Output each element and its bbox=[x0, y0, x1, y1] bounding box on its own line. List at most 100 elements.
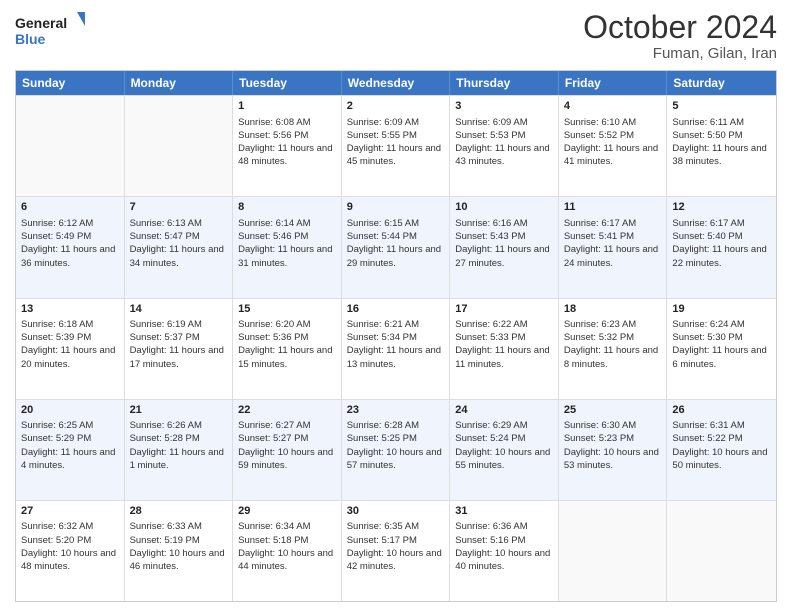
sunset-text: Sunset: 5:33 PM bbox=[455, 331, 553, 344]
daylight-text: Daylight: 11 hours and 11 minutes. bbox=[455, 344, 553, 371]
daylight-text: Daylight: 11 hours and 27 minutes. bbox=[455, 243, 553, 270]
calendar-body: 1Sunrise: 6:08 AMSunset: 5:56 PMDaylight… bbox=[16, 95, 776, 601]
cell-w2-d5: 10Sunrise: 6:16 AMSunset: 5:43 PMDayligh… bbox=[450, 197, 559, 297]
cell-w2-d7: 12Sunrise: 6:17 AMSunset: 5:40 PMDayligh… bbox=[667, 197, 776, 297]
day-number: 23 bbox=[347, 403, 445, 418]
sunrise-text: Sunrise: 6:08 AM bbox=[238, 116, 336, 129]
location: Fuman, Gilan, Iran bbox=[583, 45, 777, 62]
sunrise-text: Sunrise: 6:21 AM bbox=[347, 318, 445, 331]
sunset-text: Sunset: 5:20 PM bbox=[21, 534, 119, 547]
svg-text:General: General bbox=[15, 15, 67, 31]
cell-w3-d5: 17Sunrise: 6:22 AMSunset: 5:33 PMDayligh… bbox=[450, 299, 559, 399]
cell-w2-d2: 7Sunrise: 6:13 AMSunset: 5:47 PMDaylight… bbox=[125, 197, 234, 297]
sunset-text: Sunset: 5:18 PM bbox=[238, 534, 336, 547]
sunrise-text: Sunrise: 6:35 AM bbox=[347, 520, 445, 533]
cell-w5-d5: 31Sunrise: 6:36 AMSunset: 5:16 PMDayligh… bbox=[450, 501, 559, 601]
daylight-text: Daylight: 10 hours and 46 minutes. bbox=[130, 547, 228, 574]
sunset-text: Sunset: 5:46 PM bbox=[238, 230, 336, 243]
daylight-text: Daylight: 10 hours and 59 minutes. bbox=[238, 446, 336, 473]
daylight-text: Daylight: 10 hours and 48 minutes. bbox=[21, 547, 119, 574]
daylight-text: Daylight: 11 hours and 48 minutes. bbox=[238, 142, 336, 169]
cell-w5-d4: 30Sunrise: 6:35 AMSunset: 5:17 PMDayligh… bbox=[342, 501, 451, 601]
cell-w1-d1 bbox=[16, 96, 125, 196]
sunset-text: Sunset: 5:30 PM bbox=[672, 331, 771, 344]
cell-w4-d2: 21Sunrise: 6:26 AMSunset: 5:28 PMDayligh… bbox=[125, 400, 234, 500]
day-number: 29 bbox=[238, 504, 336, 519]
sunrise-text: Sunrise: 6:17 AM bbox=[564, 217, 662, 230]
day-number: 26 bbox=[672, 403, 771, 418]
daylight-text: Daylight: 10 hours and 55 minutes. bbox=[455, 446, 553, 473]
week-row-3: 13Sunrise: 6:18 AMSunset: 5:39 PMDayligh… bbox=[16, 298, 776, 399]
cell-w1-d3: 1Sunrise: 6:08 AMSunset: 5:56 PMDaylight… bbox=[233, 96, 342, 196]
daylight-text: Daylight: 11 hours and 17 minutes. bbox=[130, 344, 228, 371]
day-number: 28 bbox=[130, 504, 228, 519]
header-friday: Friday bbox=[559, 71, 668, 95]
daylight-text: Daylight: 11 hours and 8 minutes. bbox=[564, 344, 662, 371]
sunset-text: Sunset: 5:43 PM bbox=[455, 230, 553, 243]
cell-w2-d3: 8Sunrise: 6:14 AMSunset: 5:46 PMDaylight… bbox=[233, 197, 342, 297]
sunrise-text: Sunrise: 6:30 AM bbox=[564, 419, 662, 432]
daylight-text: Daylight: 11 hours and 15 minutes. bbox=[238, 344, 336, 371]
sunrise-text: Sunrise: 6:29 AM bbox=[455, 419, 553, 432]
daylight-text: Daylight: 11 hours and 34 minutes. bbox=[130, 243, 228, 270]
cell-w5-d7 bbox=[667, 501, 776, 601]
sunrise-text: Sunrise: 6:09 AM bbox=[347, 116, 445, 129]
cell-w3-d3: 15Sunrise: 6:20 AMSunset: 5:36 PMDayligh… bbox=[233, 299, 342, 399]
daylight-text: Daylight: 11 hours and 20 minutes. bbox=[21, 344, 119, 371]
month-title: October 2024 bbox=[583, 10, 777, 45]
cell-w1-d4: 2Sunrise: 6:09 AMSunset: 5:55 PMDaylight… bbox=[342, 96, 451, 196]
sunset-text: Sunset: 5:49 PM bbox=[21, 230, 119, 243]
sunset-text: Sunset: 5:50 PM bbox=[672, 129, 771, 142]
sunrise-text: Sunrise: 6:14 AM bbox=[238, 217, 336, 230]
svg-text:Blue: Blue bbox=[15, 31, 46, 47]
sunset-text: Sunset: 5:24 PM bbox=[455, 432, 553, 445]
sunrise-text: Sunrise: 6:22 AM bbox=[455, 318, 553, 331]
sunrise-text: Sunrise: 6:12 AM bbox=[21, 217, 119, 230]
cell-w1-d6: 4Sunrise: 6:10 AMSunset: 5:52 PMDaylight… bbox=[559, 96, 668, 196]
sunset-text: Sunset: 5:22 PM bbox=[672, 432, 771, 445]
sunrise-text: Sunrise: 6:25 AM bbox=[21, 419, 119, 432]
day-number: 19 bbox=[672, 302, 771, 317]
week-row-5: 27Sunrise: 6:32 AMSunset: 5:20 PMDayligh… bbox=[16, 500, 776, 601]
day-number: 4 bbox=[564, 99, 662, 114]
cell-w4-d3: 22Sunrise: 6:27 AMSunset: 5:27 PMDayligh… bbox=[233, 400, 342, 500]
cell-w2-d4: 9Sunrise: 6:15 AMSunset: 5:44 PMDaylight… bbox=[342, 197, 451, 297]
page: General Blue October 2024 Fuman, Gilan, … bbox=[0, 0, 792, 612]
day-number: 2 bbox=[347, 99, 445, 114]
cell-w3-d4: 16Sunrise: 6:21 AMSunset: 5:34 PMDayligh… bbox=[342, 299, 451, 399]
sunset-text: Sunset: 5:56 PM bbox=[238, 129, 336, 142]
sunset-text: Sunset: 5:36 PM bbox=[238, 331, 336, 344]
sunrise-text: Sunrise: 6:15 AM bbox=[347, 217, 445, 230]
day-number: 14 bbox=[130, 302, 228, 317]
sunrise-text: Sunrise: 6:19 AM bbox=[130, 318, 228, 331]
logo: General Blue bbox=[15, 10, 85, 52]
header-sunday: Sunday bbox=[16, 71, 125, 95]
sunset-text: Sunset: 5:17 PM bbox=[347, 534, 445, 547]
day-number: 30 bbox=[347, 504, 445, 519]
sunset-text: Sunset: 5:28 PM bbox=[130, 432, 228, 445]
cell-w2-d1: 6Sunrise: 6:12 AMSunset: 5:49 PMDaylight… bbox=[16, 197, 125, 297]
daylight-text: Daylight: 10 hours and 53 minutes. bbox=[564, 446, 662, 473]
cell-w1-d5: 3Sunrise: 6:09 AMSunset: 5:53 PMDaylight… bbox=[450, 96, 559, 196]
sunset-text: Sunset: 5:23 PM bbox=[564, 432, 662, 445]
cell-w5-d6 bbox=[559, 501, 668, 601]
daylight-text: Daylight: 10 hours and 40 minutes. bbox=[455, 547, 553, 574]
cell-w3-d1: 13Sunrise: 6:18 AMSunset: 5:39 PMDayligh… bbox=[16, 299, 125, 399]
sunset-text: Sunset: 5:41 PM bbox=[564, 230, 662, 243]
sunset-text: Sunset: 5:55 PM bbox=[347, 129, 445, 142]
day-number: 25 bbox=[564, 403, 662, 418]
sunset-text: Sunset: 5:34 PM bbox=[347, 331, 445, 344]
sunrise-text: Sunrise: 6:31 AM bbox=[672, 419, 771, 432]
sunrise-text: Sunrise: 6:17 AM bbox=[672, 217, 771, 230]
daylight-text: Daylight: 10 hours and 44 minutes. bbox=[238, 547, 336, 574]
logo-svg: General Blue bbox=[15, 10, 85, 52]
header-saturday: Saturday bbox=[667, 71, 776, 95]
day-number: 5 bbox=[672, 99, 771, 114]
daylight-text: Daylight: 11 hours and 31 minutes. bbox=[238, 243, 336, 270]
header-monday: Monday bbox=[125, 71, 234, 95]
daylight-text: Daylight: 11 hours and 38 minutes. bbox=[672, 142, 771, 169]
sunset-text: Sunset: 5:27 PM bbox=[238, 432, 336, 445]
cell-w3-d7: 19Sunrise: 6:24 AMSunset: 5:30 PMDayligh… bbox=[667, 299, 776, 399]
sunset-text: Sunset: 5:39 PM bbox=[21, 331, 119, 344]
sunset-text: Sunset: 5:37 PM bbox=[130, 331, 228, 344]
